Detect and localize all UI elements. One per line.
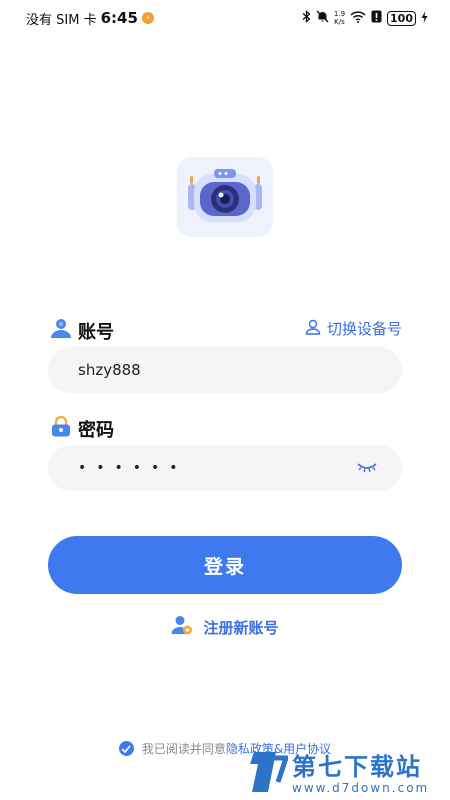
switch-device-label: 切换设备号 <box>326 320 402 338</box>
watermark-url: www.d7down.com <box>292 781 430 795</box>
site-watermark: 第七下载站 www.d7down.com <box>248 748 444 800</box>
login-button[interactable]: 登录 <box>48 536 402 594</box>
agreement-checkbox[interactable] <box>118 741 134 756</box>
account-value: shzy888 <box>78 361 141 379</box>
account-label-text: 账号 <box>78 321 114 343</box>
watermark-title: 第七下载站 <box>292 753 422 781</box>
account-input[interactable]: shzy888 <box>48 347 402 393</box>
password-label: 密码 <box>50 415 114 442</box>
password-label-text: 密码 <box>78 419 114 441</box>
status-bar: 没有 SIM 卡 6:45 › 1.9 K/s 100 <box>0 0 450 36</box>
charging-icon <box>421 10 428 26</box>
net-speed-unit: K/s <box>334 18 345 26</box>
mute-icon <box>316 10 329 26</box>
check-icon <box>121 744 131 753</box>
eye-closed-icon[interactable] <box>356 459 378 477</box>
login-page: 没有 SIM 卡 6:45 › 1.9 K/s 100 账号 切换设备号 shz… <box>0 0 450 800</box>
account-label: 账号 <box>50 317 114 344</box>
register-label: 注册新账号 <box>203 618 279 637</box>
password-input[interactable]: •••••• <box>48 445 402 491</box>
person-outline-icon <box>305 319 321 339</box>
net-speed-value: 1.9 <box>333 10 346 18</box>
password-value: •••••• <box>78 460 188 476</box>
lock-icon <box>50 415 72 442</box>
clock: 6:45 <box>100 9 138 27</box>
add-user-icon <box>171 614 193 640</box>
bluetooth-icon <box>302 10 311 26</box>
d7down-logo-icon <box>248 748 290 800</box>
carrier-label: 没有 SIM 卡 <box>26 12 97 28</box>
user-icon <box>50 317 72 344</box>
register-link[interactable]: 注册新账号 <box>0 614 450 640</box>
battery-level: 100 <box>387 10 416 26</box>
notification-icon: › <box>141 12 154 24</box>
app-logo <box>177 157 273 237</box>
camera-robot-icon <box>188 169 262 222</box>
agreement-text: 我已阅读并同意 <box>141 742 226 756</box>
wifi-icon <box>350 10 366 26</box>
switch-device-link[interactable]: 切换设备号 <box>305 318 402 339</box>
network-speed: 1.9 K/s <box>334 10 345 26</box>
login-button-label: 登录 <box>203 555 246 578</box>
alert-icon <box>371 10 382 26</box>
